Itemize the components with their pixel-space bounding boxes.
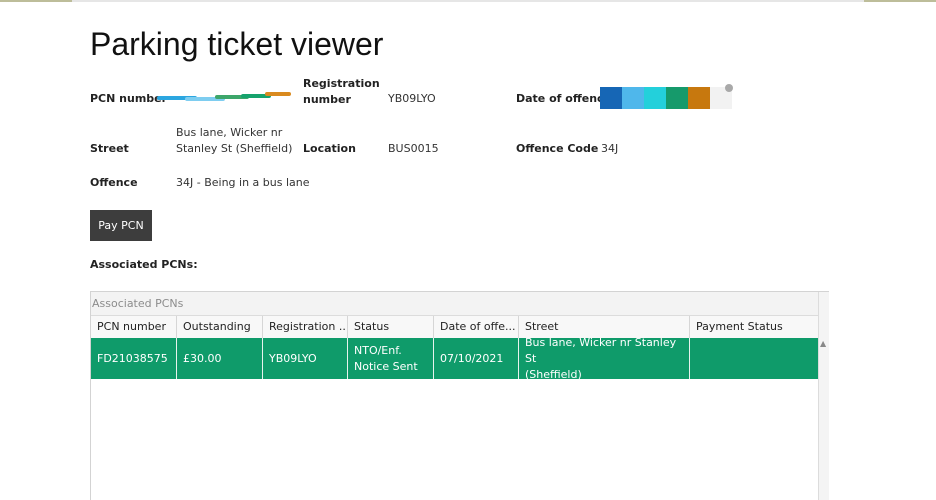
street-value-line2: Stanley St (Sheffield) (176, 142, 293, 155)
grid-scrollbar[interactable]: ▲ (818, 292, 829, 500)
pcn-number-label: PCN number (90, 92, 168, 105)
offence-label: Offence (90, 176, 138, 189)
column-header-status[interactable]: Status (348, 316, 434, 338)
redaction-stroke (265, 92, 291, 96)
scroll-up-icon[interactable]: ▲ (820, 340, 826, 348)
street-label: Street (90, 142, 129, 155)
window-top-border (0, 0, 936, 2)
column-header-date-of-offence[interactable]: Date of offe... (434, 316, 519, 338)
redaction-swatch (644, 87, 666, 109)
pcn-number-redacted (157, 90, 291, 104)
location-value: BUS0015 (388, 142, 439, 155)
column-header-payment-status[interactable]: Payment Status (690, 316, 818, 338)
cell-status-line2: Notice Sent (354, 359, 418, 373)
associated-pcns-grid: Associated PCNs PCN number Outstanding R… (90, 291, 829, 500)
location-label: Location (303, 142, 356, 155)
cell-payment-status (690, 338, 818, 379)
date-of-offence-label: Date of offence (516, 92, 612, 105)
table-row[interactable]: FD21038575 £30.00 YB09LYO NTO/Enf. Notic… (91, 335, 818, 381)
offence-code-value: 34J (601, 142, 619, 155)
grid-title: Associated PCNs (91, 292, 818, 316)
registration-label: Registration number (303, 77, 380, 106)
column-header-outstanding[interactable]: Outstanding (177, 316, 263, 338)
cell-date-of-offence: 07/10/2021 (434, 338, 519, 379)
redaction-swatch (600, 87, 622, 109)
grid-header-row: PCN number Outstanding Registration ... … (91, 316, 818, 339)
date-of-offence-redacted (600, 87, 732, 109)
cell-pcn-number: FD21038575 (91, 338, 177, 379)
redaction-close-dot (725, 84, 733, 92)
column-header-registration[interactable]: Registration ... (263, 316, 348, 338)
redaction-swatch (688, 87, 710, 109)
cell-outstanding: £30.00 (177, 338, 263, 379)
offence-value: 34J - Being in a bus lane (176, 176, 310, 189)
page-title: Parking ticket viewer (90, 26, 384, 62)
street-value-line1: Bus lane, Wicker nr (176, 126, 283, 139)
redaction-swatch (666, 87, 688, 109)
cell-street-line2: (Sheffield) (525, 367, 582, 381)
associated-pcns-heading: Associated PCNs: (90, 258, 198, 271)
cell-street: Bus lane, Wicker nr Stanley St (Sheffiel… (519, 335, 690, 381)
registration-value: YB09LYO (388, 92, 436, 105)
cell-street-line1: Bus lane, Wicker nr Stanley St (525, 335, 677, 365)
redaction-swatch (622, 87, 644, 109)
offence-code-label: Offence Code (516, 142, 599, 155)
cell-registration: YB09LYO (263, 338, 348, 379)
cell-status: NTO/Enf. Notice Sent (348, 338, 434, 379)
column-header-pcn-number[interactable]: PCN number (91, 316, 177, 338)
pay-pcn-button[interactable]: Pay PCN (90, 210, 152, 241)
cell-status-line1: NTO/Enf. (354, 343, 402, 357)
